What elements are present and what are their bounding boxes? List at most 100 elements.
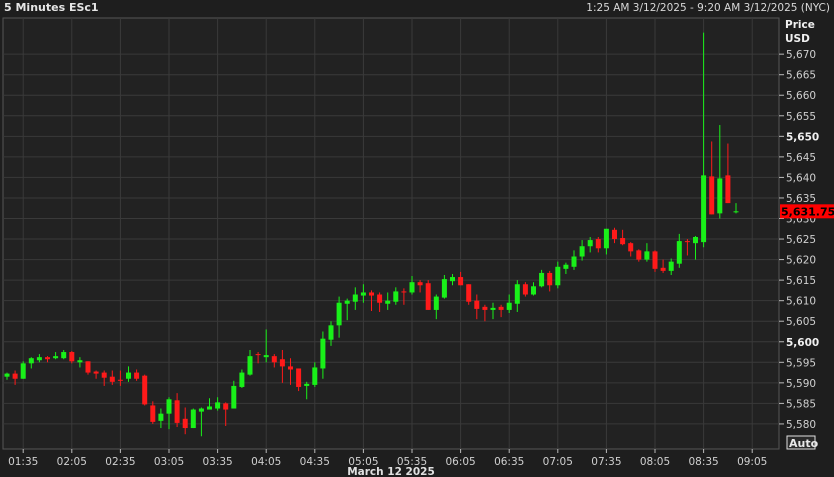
candle-body <box>644 251 650 260</box>
candle-body <box>279 359 285 367</box>
candle-body <box>320 338 326 369</box>
candle-body <box>377 294 383 303</box>
candle-body <box>684 241 690 243</box>
candle-body <box>109 376 115 382</box>
candle-body <box>247 356 253 375</box>
candle-body <box>296 368 302 387</box>
candle-body <box>693 236 698 244</box>
candle-body <box>288 366 293 370</box>
candle-body <box>417 282 423 286</box>
y-tick-label: 5,665 <box>786 70 816 82</box>
candle-body <box>733 211 739 213</box>
date-label: March 12 2025 <box>347 466 435 477</box>
candle-body <box>328 325 334 340</box>
candle-body <box>531 286 536 295</box>
auto-button-label: Auto <box>789 437 819 450</box>
y-tick-label: 5,660 <box>786 90 816 102</box>
y-tick-label: 5,595 <box>786 357 816 369</box>
candle-body <box>676 241 682 264</box>
price-axis-title: Price <box>785 19 815 31</box>
candle-body <box>409 282 415 293</box>
candle-body <box>93 371 99 374</box>
candle-body <box>304 383 310 386</box>
y-tick-label: 5,670 <box>786 49 816 61</box>
x-tick-label: 08:35 <box>688 456 718 468</box>
last-price-label: 5,631.75 <box>781 205 834 218</box>
candle-body <box>69 352 75 362</box>
candle-body <box>231 385 237 409</box>
candle-body <box>660 267 666 271</box>
candle-body <box>174 400 180 423</box>
candle-body <box>45 357 50 360</box>
candle-body <box>539 272 545 287</box>
auto-scale-button[interactable]: Auto <box>786 435 819 450</box>
candle-body <box>498 306 504 310</box>
candle-body <box>571 256 577 267</box>
y-tick-label: 5,650 <box>786 131 819 143</box>
x-tick-label: 07:05 <box>543 456 573 468</box>
candle-body <box>190 409 196 429</box>
candle-body <box>182 418 188 429</box>
candle-body <box>12 373 18 379</box>
candle-body <box>223 403 229 410</box>
candle-body <box>85 361 91 373</box>
y-tick-label: 5,600 <box>786 337 819 349</box>
x-tick-label: 07:35 <box>591 456 621 468</box>
candle-body <box>717 178 723 214</box>
candle-body <box>401 291 407 293</box>
y-tick-label: 5,645 <box>786 152 816 164</box>
y-tick-label: 5,585 <box>786 398 816 410</box>
y-tick-label: 5,640 <box>786 172 816 184</box>
candle-body <box>336 302 342 326</box>
candle-body <box>547 272 553 286</box>
candle-body <box>142 375 148 405</box>
candle <box>652 250 658 272</box>
y-tick-label: 5,580 <box>786 419 816 431</box>
x-tick-label: 03:35 <box>202 456 232 468</box>
candle-body <box>207 406 212 410</box>
candle-body <box>433 296 439 310</box>
candlestick-chart: 5,580 5,585 5,590 5,595 5,600 5,605 5,610 5,615… <box>2 17 834 477</box>
last-price-marker: 5,631.75 <box>780 204 834 219</box>
candle-body <box>652 251 658 269</box>
y-tick-label: 5,605 <box>786 316 816 328</box>
plot-area <box>2 17 780 450</box>
candle-body <box>215 402 221 409</box>
candle-body <box>458 277 464 286</box>
x-tick-label: 06:35 <box>494 456 524 468</box>
candle-body <box>450 277 455 282</box>
candle-body <box>20 363 26 379</box>
candle-body <box>255 354 261 356</box>
candle-body <box>628 243 634 252</box>
candle-body <box>263 355 269 358</box>
y-tick-label: 5,635 <box>786 193 816 205</box>
candle-body <box>636 250 642 260</box>
x-tick-label: 06:05 <box>445 456 475 468</box>
candle-body <box>150 405 156 422</box>
candle <box>142 374 148 406</box>
candle-body <box>352 294 358 302</box>
y-tick-label: 5,610 <box>786 296 816 308</box>
candle-body <box>701 175 707 243</box>
candle-body <box>393 291 399 302</box>
candle-body <box>474 300 480 309</box>
candle-body <box>490 307 496 310</box>
candle-body <box>466 284 472 302</box>
candle-body <box>522 284 528 295</box>
x-tick-label: 04:35 <box>300 456 330 468</box>
candle-body <box>166 399 172 414</box>
x-tick-label: 08:05 <box>640 456 670 468</box>
y-tick-label: 5,655 <box>786 111 816 123</box>
candle <box>190 408 196 429</box>
candle-body <box>126 372 131 379</box>
candle-body <box>344 300 350 304</box>
x-tick-label: 02:35 <box>105 456 135 468</box>
y-tick-label: 5,590 <box>786 378 816 390</box>
candle-body <box>77 360 83 363</box>
candle-body <box>587 240 593 247</box>
candle-body <box>555 266 561 286</box>
y-tick-label: 5,625 <box>786 234 816 246</box>
candle-body <box>360 292 366 296</box>
x-tick-label: 03:05 <box>154 456 184 468</box>
y-axis: 5,580 5,585 5,590 5,595 5,600 5,605 5,610 5,615… <box>779 49 819 431</box>
